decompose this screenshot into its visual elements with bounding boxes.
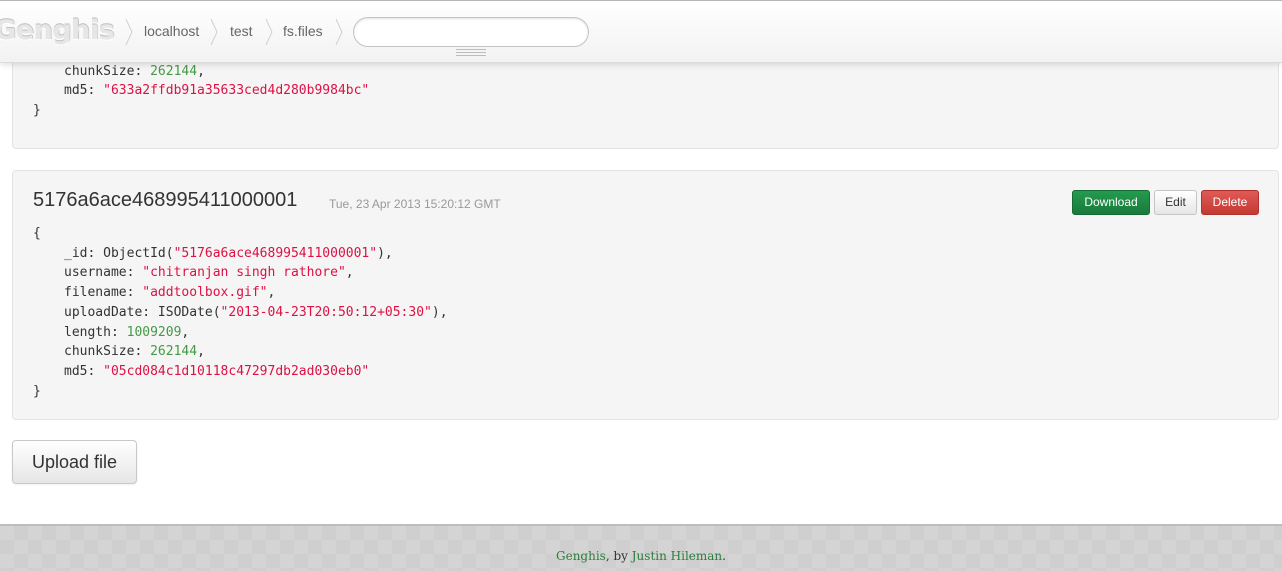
- breadcrumb-separator-icon: [264, 17, 274, 47]
- breadcrumb-separator-icon: [209, 17, 219, 47]
- delete-button[interactable]: Delete: [1201, 190, 1259, 215]
- field-chunksize-value: 262144: [150, 63, 198, 79]
- field-username-value: "chitranjan singh rathore": [142, 265, 346, 281]
- breadcrumb-database[interactable]: test: [230, 23, 253, 39]
- field-chunksize-value: 262144: [150, 344, 198, 360]
- breadcrumb-server[interactable]: localhost: [144, 23, 199, 39]
- download-button[interactable]: Download: [1072, 190, 1150, 215]
- breadcrumb-separator-icon: [124, 17, 134, 47]
- document-id[interactable]: 5176a6ace468995411000001: [33, 189, 297, 212]
- document-timestamp: Tue, 23 Apr 2013 15:20:12 GMT: [329, 197, 501, 211]
- field-md5-value: "633a2ffdb91a35633ced4d280b9984bc": [103, 83, 370, 99]
- footer-author-link[interactable]: Justin Hileman: [632, 549, 722, 563]
- footer: Genghis, by Justin Hileman.: [0, 524, 1282, 571]
- document-body: { _id: ObjectId("5176a6ace46899541100000…: [33, 226, 448, 399]
- field-length-value: 1009209: [126, 324, 182, 340]
- edit-button[interactable]: Edit: [1154, 190, 1197, 215]
- footer-app-link[interactable]: Genghis: [556, 549, 606, 563]
- field-md5-value: "05cd084c1d10118c47297db2ad030eb0": [103, 363, 370, 379]
- document-card: 5176a6ace468995411000001 Tue, 23 Apr 201…: [12, 170, 1279, 420]
- breadcrumb-separator-icon: [334, 17, 344, 47]
- footer-credit: Genghis, by Justin Hileman.: [0, 549, 1282, 563]
- footer-end-text: .: [722, 549, 726, 563]
- footer-by-text: , by: [605, 549, 632, 563]
- brand-logo[interactable]: Genghis: [0, 15, 115, 46]
- field-filename-value: "addtoolbox.gif": [142, 285, 268, 301]
- breadcrumb-collection[interactable]: fs.files: [283, 23, 323, 39]
- search-input[interactable]: [353, 17, 589, 47]
- upload-file-button[interactable]: Upload file: [12, 440, 137, 484]
- top-navbar: Genghis localhost test fs.files: [0, 0, 1282, 63]
- resize-grip-icon[interactable]: [456, 49, 486, 57]
- field-id-value: "5176a6ace468995411000001": [173, 245, 378, 261]
- field-uploaddate-value: "2013-04-23T20:50:12+05:30": [220, 304, 432, 320]
